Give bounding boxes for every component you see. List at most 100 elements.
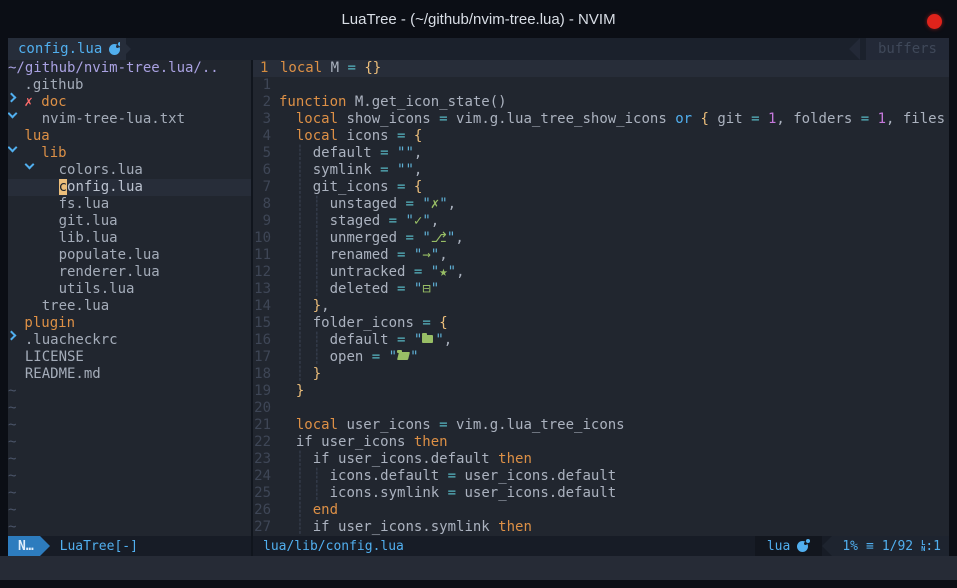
empty-line-tilde: ~ xyxy=(8,400,16,416)
code-line[interactable]: 13 ┊ ┊ deleted = "⊟" xyxy=(253,281,949,298)
code-line[interactable]: 1local M = {} xyxy=(253,60,949,77)
code-line[interactable]: 12 ┊ ┊ untracked = "★", xyxy=(253,264,949,281)
code-line[interactable]: 4 local icons = { xyxy=(253,128,949,145)
empty-line-tilde: ~ xyxy=(8,434,16,450)
code-line[interactable]: 24 ┊ ┊ icons.default = user_icons.defaul… xyxy=(253,468,949,485)
lines-icon: ≡ xyxy=(866,539,874,554)
folder-open-icon xyxy=(397,350,410,361)
line-number: 22 xyxy=(253,434,279,451)
tree-item[interactable]: README.md xyxy=(8,366,251,383)
main-statusline: lua/lib/config.lua lua 1% ≡ 1/92 LN:1 xyxy=(253,536,949,556)
scroll-percent: 1% xyxy=(842,539,858,554)
lua-logo-icon xyxy=(109,44,120,55)
tree-statusline: N… LuaTree[-] xyxy=(8,536,251,556)
tree-item[interactable]: config.lua xyxy=(8,179,251,196)
tree-item[interactable]: ✗ doc xyxy=(8,94,251,111)
code-line[interactable]: 20 xyxy=(253,400,949,417)
lua-logo-icon xyxy=(797,541,808,552)
code-line[interactable]: 3 local show_icons = vim.g.lua_tree_show… xyxy=(253,111,949,128)
empty-line: ~ xyxy=(8,383,251,400)
plugin-name: LuaTree[-] xyxy=(60,539,138,554)
tree-item[interactable]: populate.lua xyxy=(8,247,251,264)
code-line[interactable]: 8 ┊ ┊ unstaged = "✗", xyxy=(253,196,949,213)
code-line[interactable]: 15 ┊ folder_icons = { xyxy=(253,315,949,332)
code-line[interactable]: 22 if user_icons then xyxy=(253,434,949,451)
code-line[interactable]: 27 ┊ if user_icons.symlink then xyxy=(253,519,949,536)
titlebar: LuaTree - (~/github/nvim-tree.lua) - NVI… xyxy=(0,0,957,38)
code-line[interactable]: 9 ┊ ┊ staged = "✓", xyxy=(253,213,949,230)
tree-item[interactable]: git.lua xyxy=(8,213,251,230)
line-number: 15 xyxy=(253,315,279,332)
code-line[interactable]: 26 ┊ end xyxy=(253,502,949,519)
code-line[interactable]: 7 ┊ git_icons = { xyxy=(253,179,949,196)
window-frame xyxy=(0,580,957,588)
chevron-left-icon xyxy=(822,536,832,556)
window-button-red[interactable] xyxy=(927,14,942,29)
code-line[interactable]: 25 ┊ ┊ icons.symlink = user_icons.defaul… xyxy=(253,485,949,502)
block-cursor: c xyxy=(59,179,67,195)
tree-item[interactable]: renderer.lua xyxy=(8,264,251,281)
tree-item[interactable]: nvim-tree-lua.txt xyxy=(8,111,251,128)
line-number: 18 xyxy=(253,366,279,383)
statusline-right: lua 1% ≡ 1/92 LN:1 xyxy=(755,536,949,556)
empty-line: ~ xyxy=(8,468,251,485)
code-line[interactable]: 17 ┊ ┊ open = "" xyxy=(253,349,949,366)
window-title: LuaTree - (~/github/nvim-tree.lua) - NVI… xyxy=(341,11,615,28)
code-line[interactable]: 23 ┊ if user_icons.default then xyxy=(253,451,949,468)
tree-item[interactable]: fs.lua xyxy=(8,196,251,213)
empty-line-tilde: ~ xyxy=(8,417,16,433)
code-line[interactable]: 2function M.get_icon_state() xyxy=(253,94,949,111)
line-number: 6 xyxy=(253,162,279,179)
line-number: 26 xyxy=(253,502,279,519)
empty-line-tilde: ~ xyxy=(8,468,16,484)
line-number: 1 xyxy=(253,60,280,77)
tree-item[interactable]: lib xyxy=(8,145,251,162)
line-number: 24 xyxy=(253,468,279,485)
filetype-label: lua xyxy=(767,539,790,554)
code-line[interactable]: 21 local user_icons = vim.g.lua_tree_ico… xyxy=(253,417,949,434)
empty-line-tilde: ~ xyxy=(8,383,16,399)
tree-item[interactable]: .luacheckrc xyxy=(8,332,251,349)
code-line[interactable]: 16 ┊ ┊ default = "", xyxy=(253,332,949,349)
file-explorer: ~/github/nvim-tree.lua/.. .github ✗ doc … xyxy=(8,60,251,536)
tree-item[interactable]: lua xyxy=(8,128,251,145)
tree-item[interactable]: ~/github/nvim-tree.lua/.. xyxy=(8,60,251,77)
line-number: 21 xyxy=(253,417,279,434)
code-line[interactable]: 14 ┊ }, xyxy=(253,298,949,315)
empty-line-tilde: ~ xyxy=(8,519,16,535)
tree-item[interactable]: colors.lua xyxy=(8,162,251,179)
code-line[interactable]: 1 xyxy=(253,77,949,94)
tab-config-lua[interactable]: config.lua xyxy=(8,38,126,60)
position-segment: 1% ≡ 1/92 LN:1 xyxy=(832,536,949,556)
tree-item[interactable]: .github xyxy=(8,77,251,94)
tabline: config.lua buffers xyxy=(8,38,949,60)
line-number: 4 xyxy=(253,128,279,145)
empty-line: ~ xyxy=(8,417,251,434)
empty-line-tilde: ~ xyxy=(8,451,16,467)
command-line[interactable] xyxy=(0,556,957,580)
tree-item[interactable]: utils.lua xyxy=(8,281,251,298)
tab-separator-icon xyxy=(120,38,131,60)
tree-item[interactable]: LICENSE xyxy=(8,349,251,366)
line-number: 13 xyxy=(253,281,279,298)
line-number: 14 xyxy=(253,298,279,315)
tree-item[interactable]: tree.lua xyxy=(8,298,251,315)
tree-item[interactable]: lib.lua xyxy=(8,230,251,247)
line-number: 20 xyxy=(253,400,279,417)
empty-line: ~ xyxy=(8,519,251,536)
code-line[interactable]: 10 ┊ ┊ unmerged = "⎇", xyxy=(253,230,949,247)
code-line[interactable]: 11 ┊ ┊ renamed = "→", xyxy=(253,247,949,264)
code-line[interactable]: 6 ┊ symlink = "", xyxy=(253,162,949,179)
code-line[interactable]: 19 } xyxy=(253,383,949,400)
line-number: 7 xyxy=(253,179,279,196)
nvim-window: LuaTree - (~/github/nvim-tree.lua) - NVI… xyxy=(0,0,957,588)
tree-item[interactable]: plugin xyxy=(8,315,251,332)
code-line[interactable]: 18 ┊ } xyxy=(253,366,949,383)
empty-line: ~ xyxy=(8,502,251,519)
buffers-separator-icon xyxy=(849,38,860,60)
buffers-label[interactable]: buffers xyxy=(866,38,949,60)
code-editor: 1local M = {}12function M.get_icon_state… xyxy=(253,60,949,536)
line-number: 17 xyxy=(253,349,279,366)
git-unstaged-icon: ✗ xyxy=(16,94,33,110)
code-line[interactable]: 5 ┊ default = "", xyxy=(253,145,949,162)
